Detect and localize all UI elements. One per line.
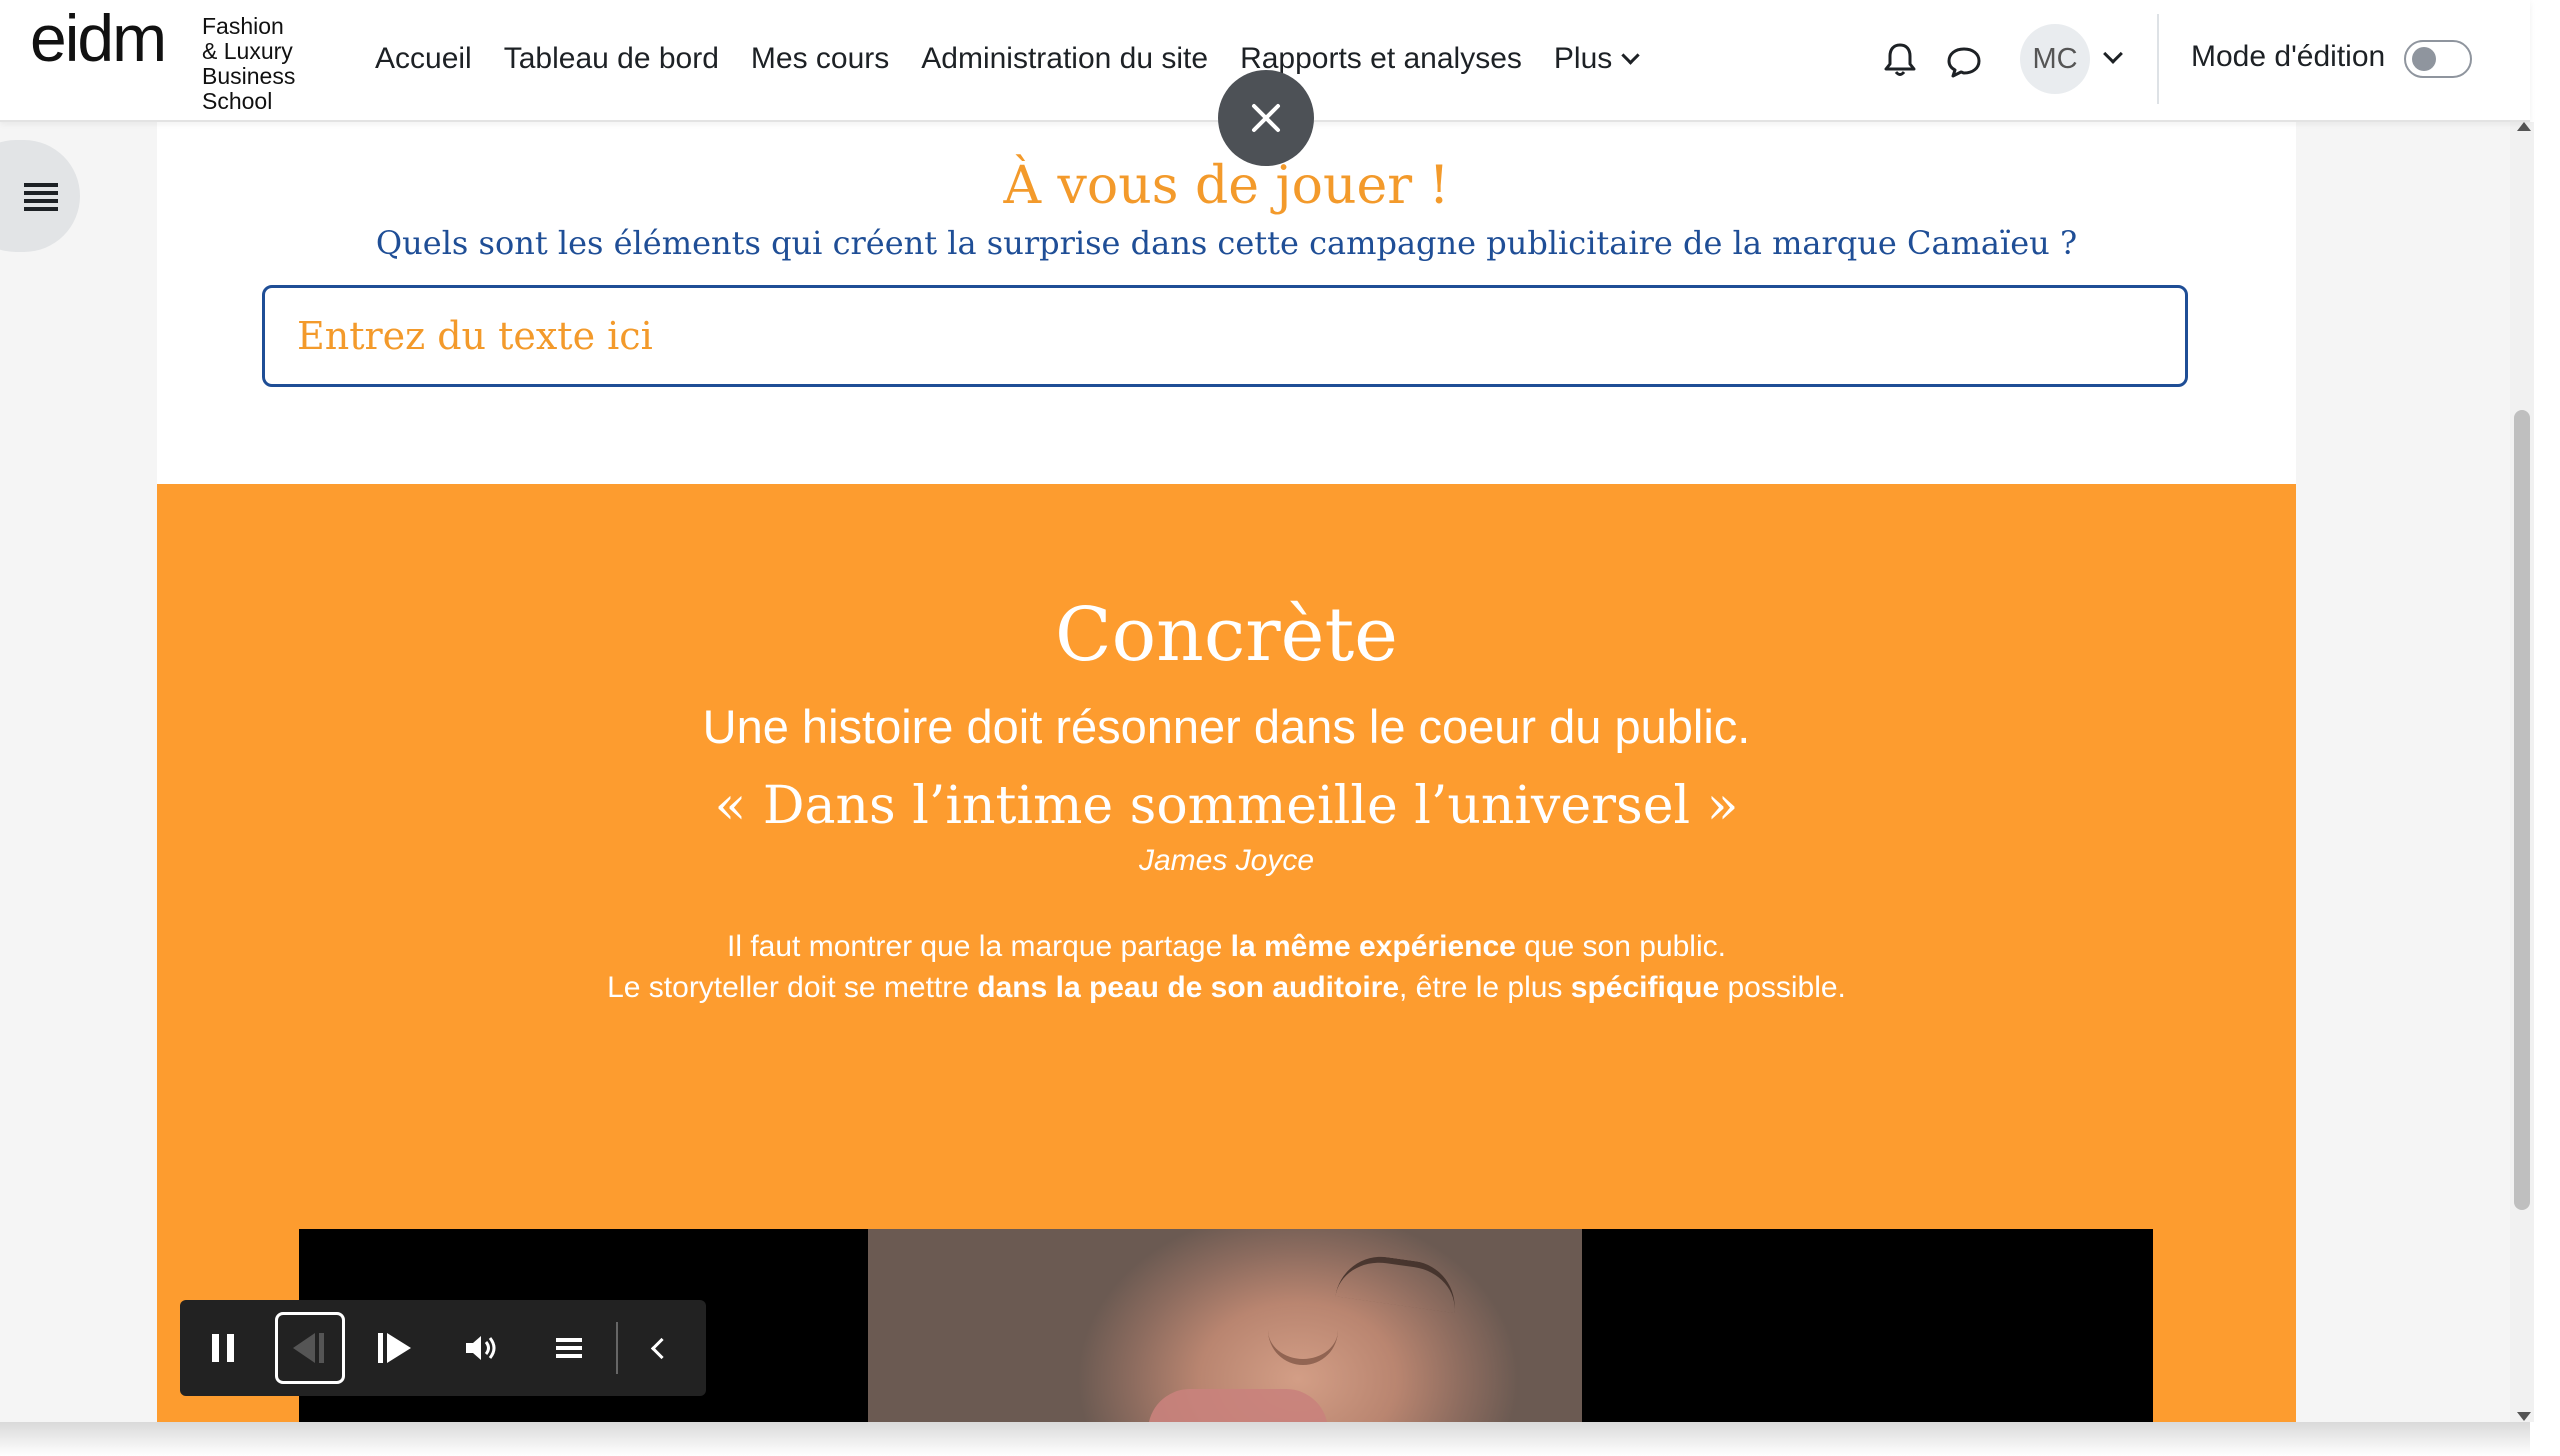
body-text: Le storyteller doit se mettre xyxy=(607,971,978,1004)
pause-icon xyxy=(212,1334,234,1362)
video-frame-face xyxy=(868,1229,1582,1422)
volume-button[interactable] xyxy=(446,1312,516,1384)
user-menu-chevron-icon[interactable] xyxy=(2103,44,2123,64)
logo-subtitle: Fashion & Luxury Business School xyxy=(202,14,362,114)
logo-line: Business xyxy=(202,63,296,89)
primary-navigation: Accueil Tableau de bord Mes cours Admini… xyxy=(375,0,1669,118)
menu-icon xyxy=(556,1338,582,1358)
quote-author: James Joyce xyxy=(1138,844,1315,877)
next-icon xyxy=(378,1333,412,1363)
previous-slide-button[interactable] xyxy=(275,1312,345,1384)
activity-content: À vous de jouer ! Quels sont les élément… xyxy=(157,122,2296,1422)
body-bold-text: la même expérience xyxy=(1230,930,1516,963)
nav-more-label: Plus xyxy=(1553,42,1613,75)
body-text: , être le plus xyxy=(1399,971,1571,1004)
body-text: Il faut montrer que la marque partage xyxy=(727,930,1231,963)
video-face-eye xyxy=(1335,1250,1461,1314)
video-face-lips xyxy=(1148,1389,1328,1422)
slide-concrete: Concrète Une histoire doit résonner dans… xyxy=(157,484,2296,1422)
body-text: possible. xyxy=(1719,971,1846,1004)
edit-mode-toggle[interactable] xyxy=(2404,40,2472,78)
slide-body-line-1: Il faut montrer que la marque partage la… xyxy=(157,926,2296,967)
collapse-controls-button[interactable] xyxy=(626,1312,696,1384)
logo-mark: eidm xyxy=(30,1,167,75)
chevron-left-icon xyxy=(650,1337,672,1359)
activity-question: Quels sont les éléments qui créent la su… xyxy=(375,224,2078,262)
logo-line: & Luxury xyxy=(202,38,293,64)
scroll-down-arrow-icon[interactable] xyxy=(2517,1412,2531,1421)
slide-title: Concrète xyxy=(1055,592,1398,678)
logo-line: Fashion xyxy=(202,13,284,39)
pause-button[interactable] xyxy=(188,1312,258,1384)
activity-title: À vous de jouer ! xyxy=(1003,156,1450,216)
nav-item-rapports[interactable]: Rapports et analyses xyxy=(1240,42,1522,76)
toggle-knob xyxy=(2412,47,2436,71)
window-bottom-edge xyxy=(0,1422,2530,1456)
nav-item-more[interactable]: Plus xyxy=(1553,42,1640,76)
video-face-nose xyxy=(1268,1319,1338,1365)
scrollbar-thumb[interactable] xyxy=(2514,410,2530,1210)
slide-quote: « Dans l’intime sommeille l’universel » xyxy=(714,776,1739,836)
next-slide-button[interactable] xyxy=(360,1312,430,1384)
previous-icon xyxy=(293,1333,327,1363)
list-icon xyxy=(24,183,58,211)
chevron-down-icon xyxy=(1621,45,1640,65)
notification-bell-icon[interactable] xyxy=(1880,40,1920,80)
edit-mode-label: Mode d'édition xyxy=(2191,40,2386,73)
logo-line: School xyxy=(202,88,273,114)
navigation-menu-button[interactable] xyxy=(534,1312,604,1384)
presentation-controls xyxy=(180,1300,706,1396)
messages-icon[interactable] xyxy=(1944,42,1984,82)
volume-icon xyxy=(466,1336,496,1360)
right-page-margin xyxy=(2296,122,2530,1422)
nav-item-tableau-de-bord[interactable]: Tableau de bord xyxy=(504,42,719,76)
controls-divider xyxy=(616,1322,618,1374)
body-bold-text: spécifique xyxy=(1570,971,1720,1004)
scroll-up-arrow-icon[interactable] xyxy=(2517,122,2531,131)
user-avatar[interactable]: MC xyxy=(2020,24,2090,94)
navbar-divider xyxy=(2157,14,2159,104)
nav-item-administration[interactable]: Administration du site xyxy=(921,42,1208,76)
left-page-margin xyxy=(0,122,157,1422)
answer-text-input[interactable] xyxy=(262,285,2188,387)
body-text: que son public. xyxy=(1515,930,1726,963)
nav-item-accueil[interactable]: Accueil xyxy=(375,42,472,76)
close-icon xyxy=(1252,104,1280,132)
nav-item-mes-cours[interactable]: Mes cours xyxy=(751,42,889,76)
body-bold-text: dans la peau de son auditoire xyxy=(977,971,1400,1004)
slide-subtitle: Une histoire doit résonner dans le coeur… xyxy=(702,700,1751,753)
slide-body-line-2: Le storyteller doit se mettre dans la pe… xyxy=(157,967,2296,1008)
close-button[interactable] xyxy=(1218,70,1314,166)
slide-body: Il faut montrer que la marque partage la… xyxy=(157,926,2296,1008)
